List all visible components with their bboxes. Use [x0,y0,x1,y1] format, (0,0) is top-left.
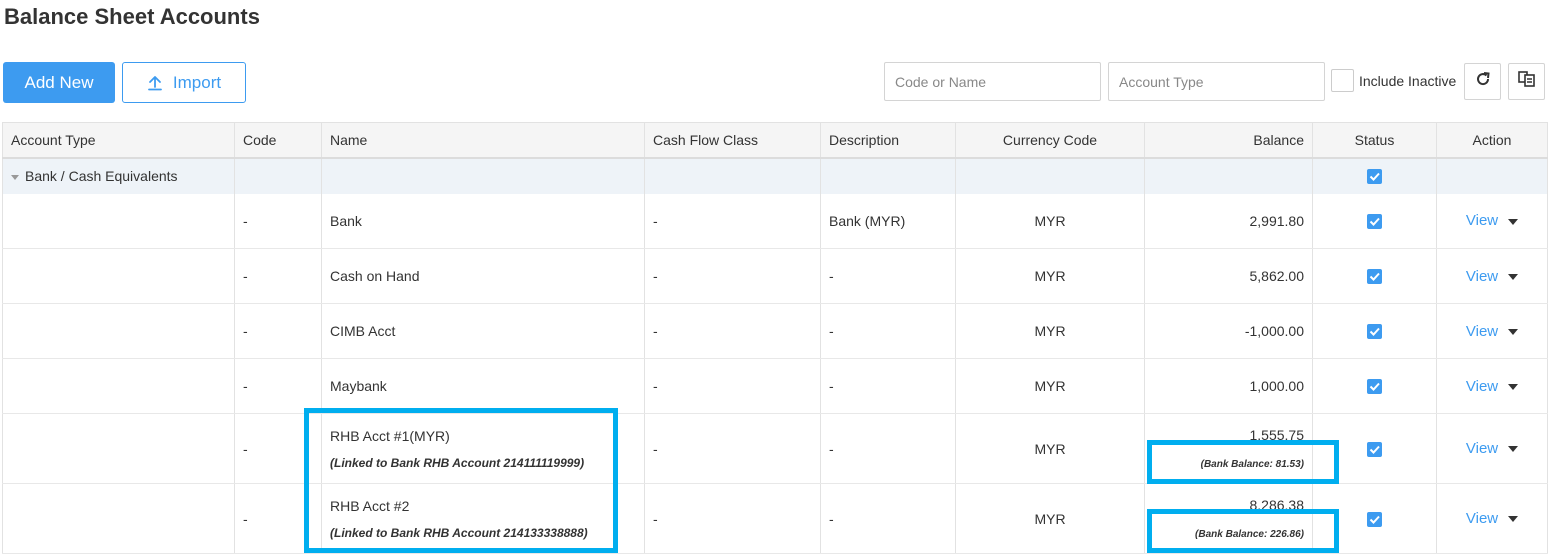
view-link[interactable]: View [1466,212,1498,229]
include-inactive-label: Include Inactive [1359,73,1457,89]
balance-cell: 8,286.38 (Bank Balance: 226.86) [1144,483,1313,554]
columns-icon [1517,71,1536,92]
table-row: - RHB Acct #2 (Linked to Bank RHB Accoun… [2,483,1548,554]
description-cell: Bank (MYR) [820,193,956,249]
action-dropdown-icon[interactable] [1508,446,1519,453]
code-cell: - [234,358,322,414]
description-cell: - [820,358,956,414]
group-cell[interactable]: Bank / Cash Equivalents [2,157,235,194]
code-cell: - [234,413,322,484]
balance-cell: -1,000.00 [1144,303,1313,359]
table-row: - Cash on Hand - - MYR 5,862.00 View [2,248,1548,304]
col-action: Action [1436,122,1548,159]
currency-cell: MYR [955,248,1145,304]
collapse-caret-icon[interactable] [11,174,19,180]
action-dropdown-icon[interactable] [1508,328,1519,335]
action-dropdown-icon[interactable] [1508,273,1519,280]
table-header-row: Account Type Code Name Cash Flow Class D… [2,122,1548,159]
table-row: - RHB Acct #1(MYR) (Linked to Bank RHB A… [2,413,1548,484]
account-name: RHB Acct #2 [330,497,410,514]
currency-cell: MYR [955,413,1145,484]
add-new-button[interactable]: Add New [3,62,115,103]
refresh-icon [1475,71,1491,92]
accounts-table: Account Type Code Name Cash Flow Class D… [2,122,1548,554]
view-link[interactable]: View [1466,268,1498,285]
action-dropdown-icon[interactable] [1508,218,1519,225]
balance-cell: 5,862.00 [1144,248,1313,304]
description-cell: - [820,248,956,304]
import-button[interactable]: Import [122,62,246,103]
import-label: Import [172,72,222,92]
view-link[interactable]: View [1466,440,1498,457]
code-cell: - [234,303,322,359]
cash-flow-cell: - [644,483,821,554]
col-name[interactable]: Name [321,122,645,159]
linked-bank-note: (Linked to Bank RHB Account 214133338888… [330,525,588,540]
col-cash-flow-class[interactable]: Cash Flow Class [644,122,821,159]
col-status[interactable]: Status [1312,122,1437,159]
balance-cell: 2,991.80 [1144,193,1313,249]
currency-cell: MYR [955,193,1145,249]
code-cell: - [234,248,322,304]
currency-cell: MYR [955,358,1145,414]
code-or-name-input[interactable] [884,62,1101,101]
cash-flow-cell: - [644,303,821,359]
status-checkbox[interactable] [1367,379,1382,395]
status-checkbox[interactable] [1367,441,1382,457]
col-currency-code[interactable]: Currency Code [955,122,1145,159]
group-status-checkbox[interactable] [1367,169,1382,185]
description-cell: - [820,413,956,484]
col-account-type[interactable]: Account Type [2,122,235,159]
balance-value: 8,286.38 [1249,497,1305,513]
include-inactive-checkbox[interactable] [1331,69,1354,92]
balance-cell: 1,000.00 [1144,358,1313,414]
balance-cell: 1,555.75 (Bank Balance: 81.53) [1144,413,1313,484]
upload-icon [147,75,163,91]
name-cell: Cash on Hand [321,248,645,304]
column-chooser-button[interactable] [1508,63,1545,100]
status-checkbox[interactable] [1367,269,1382,285]
refresh-button[interactable] [1464,63,1501,100]
name-cell: Bank [321,193,645,249]
cash-flow-cell: - [644,358,821,414]
description-cell: - [820,483,956,554]
cash-flow-cell: - [644,248,821,304]
page-title: Balance Sheet Accounts [4,4,260,29]
table-row: - Maybank - - MYR 1,000.00 View [2,358,1548,414]
view-link[interactable]: View [1466,510,1498,527]
name-cell: CIMB Acct [321,303,645,359]
col-code[interactable]: Code [234,122,322,159]
description-cell: - [820,303,956,359]
account-type-input[interactable] [1108,62,1325,101]
cash-flow-cell: - [644,193,821,249]
balance-value: 1,555.75 [1249,427,1305,443]
action-dropdown-icon[interactable] [1508,383,1519,390]
name-cell: RHB Acct #2 (Linked to Bank RHB Account … [321,483,645,554]
currency-cell: MYR [955,483,1145,554]
table-row: - CIMB Acct - - MYR -1,000.00 View [2,303,1548,359]
col-description[interactable]: Description [820,122,956,159]
linked-bank-note: (Linked to Bank RHB Account 214111119999… [330,455,585,470]
group-label: Bank / Cash Equivalents [25,168,178,184]
status-checkbox[interactable] [1367,324,1382,340]
code-cell: - [234,193,322,249]
account-name: RHB Acct #1(MYR) [330,427,450,444]
name-cell: RHB Acct #1(MYR) (Linked to Bank RHB Acc… [321,413,645,484]
bank-balance-note: (Bank Balance: 226.86) [1195,529,1304,540]
status-checkbox[interactable] [1367,511,1382,527]
bank-balance-note: (Bank Balance: 81.53) [1200,459,1304,470]
name-cell: Maybank [321,358,645,414]
table-row: - Bank - Bank (MYR) MYR 2,991.80 View [2,193,1548,249]
view-link[interactable]: View [1466,323,1498,340]
cash-flow-cell: - [644,413,821,484]
col-balance[interactable]: Balance [1144,122,1313,159]
currency-cell: MYR [955,303,1145,359]
status-checkbox[interactable] [1367,214,1382,230]
code-cell: - [234,483,322,554]
action-dropdown-icon[interactable] [1508,516,1519,523]
group-row-bank-cash[interactable]: Bank / Cash Equivalents [2,157,1548,194]
view-link[interactable]: View [1466,378,1498,395]
